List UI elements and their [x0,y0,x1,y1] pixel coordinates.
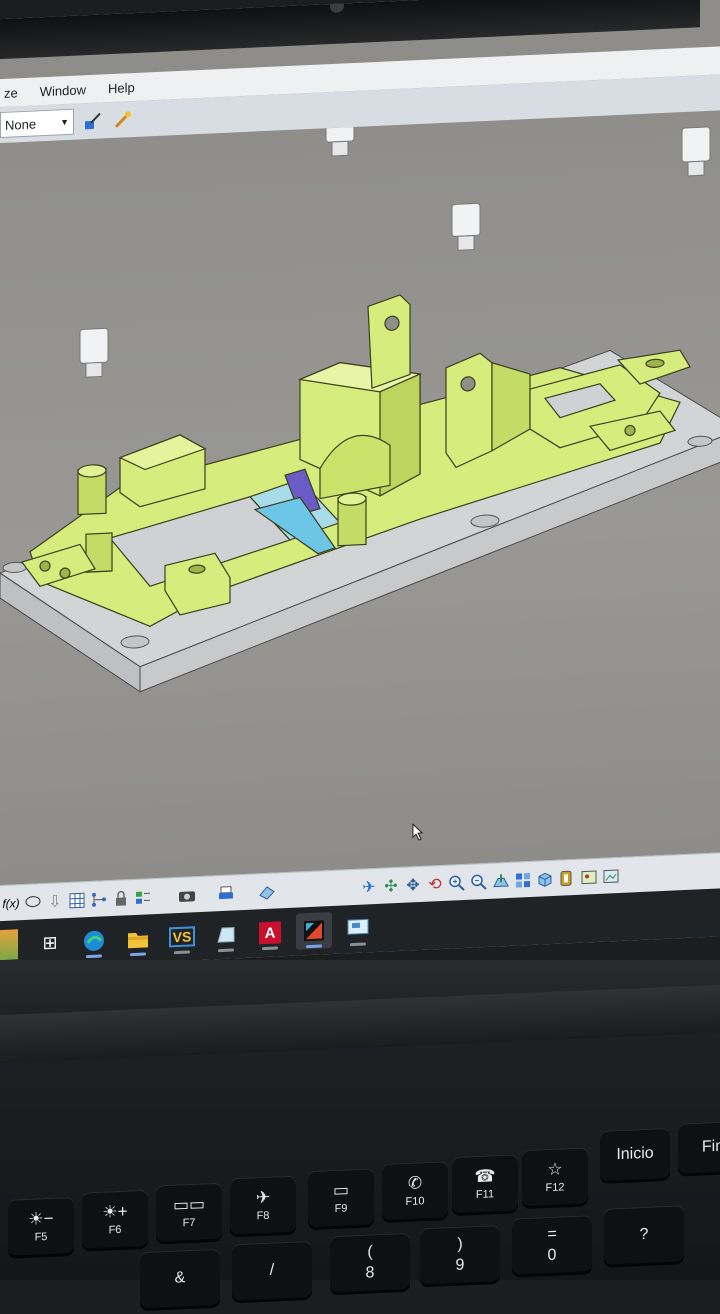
key-0[interactable]: = 0 [512,1215,592,1275]
monitor-app-icon[interactable] [340,910,376,948]
guide-pin [681,126,711,177]
key-inicio[interactable]: Inicio [600,1127,670,1181]
layer-select-value: None [5,115,37,133]
zoom-in-icon[interactable] [446,872,468,895]
magic-wand-icon[interactable] [112,108,134,131]
tree-icon[interactable] [88,888,110,911]
key-9[interactable]: ) 9 [420,1225,500,1285]
vs-app-icon[interactable]: VS [164,918,200,956]
edge-icon[interactable] [76,922,112,960]
key-f11[interactable]: ☎ F11 [452,1154,518,1214]
shading-icon[interactable] [578,866,600,889]
chevron-down-icon: ▼ [60,116,69,128]
cad-viewer-icon[interactable] [296,912,332,950]
key-question[interactable]: ? [604,1205,684,1265]
menu-analyze[interactable]: ze [0,83,22,103]
drive-icon[interactable] [208,916,244,954]
key-f7[interactable]: ▭▭ F7 [156,1182,222,1242]
speech-bubble-icon[interactable] [22,891,44,914]
key-f5[interactable]: ☀− F5 [8,1196,74,1256]
normal-view-icon[interactable] [490,870,512,893]
menu-help[interactable]: Help [104,77,139,98]
print-icon[interactable] [216,882,238,905]
fx-icon[interactable]: f(x) [0,892,22,915]
file-explorer-icon[interactable] [120,920,156,958]
key-slash[interactable]: / [232,1240,312,1301]
snapshot-icon[interactable] [600,865,622,888]
guide-pin [79,327,109,378]
autocad-icon[interactable]: A [252,914,288,952]
table-icon[interactable] [66,889,88,912]
keyboard: ☀− F5 ☀+ F6 ▭▭ F7 ✈ F8 ▭ F9 ✆ F10 ☎ F11 … [0,1090,720,1309]
key-8[interactable]: ( 8 [330,1232,410,1293]
key-f8[interactable]: ✈ F8 [230,1175,296,1235]
camera-icon[interactable] [176,884,198,907]
zoom-out-icon[interactable] [468,871,490,894]
rotate-icon[interactable]: ⟲ [424,873,446,896]
fly-icon[interactable]: ✈ [358,876,380,899]
arrow-down-icon[interactable]: ⇩ [44,890,66,913]
webcam [330,3,344,14]
model-view[interactable] [0,106,720,886]
weather-widget[interactable] [0,929,18,961]
multi-view-icon[interactable] [512,869,534,892]
laptop-screen: ze Window Help None ▼ f(x) ⇩ ✈ ✣ ✥ ⟲ ⊞ V… [0,0,720,971]
pan-icon[interactable]: ✥ [402,874,424,897]
cube-view-icon[interactable] [534,868,556,891]
key-f10[interactable]: ✆ F10 [382,1161,448,1220]
key-f6[interactable]: ☀+ F6 [82,1189,148,1249]
key-f9[interactable]: ▭ F9 [308,1168,374,1228]
brush-icon[interactable] [82,109,104,132]
3d-viewport[interactable] [0,106,720,886]
task-view-icon[interactable]: ⊞ [32,924,68,962]
key-ampersand[interactable]: & [140,1248,220,1309]
fit-all-icon[interactable]: ✣ [380,875,402,898]
screen-bezel [0,0,700,60]
menu-window[interactable]: Window [36,80,90,101]
eraser-icon[interactable] [256,880,278,903]
render-icon[interactable] [556,867,578,890]
mouse-cursor [412,823,423,841]
key-fin[interactable]: Fin [678,1120,720,1174]
key-f12[interactable]: ☆ F12 [522,1147,588,1207]
guide-pin [451,202,481,251]
lock-icon[interactable] [110,887,132,910]
align-icon[interactable] [132,886,154,909]
layer-select[interactable]: None ▼ [0,108,74,139]
